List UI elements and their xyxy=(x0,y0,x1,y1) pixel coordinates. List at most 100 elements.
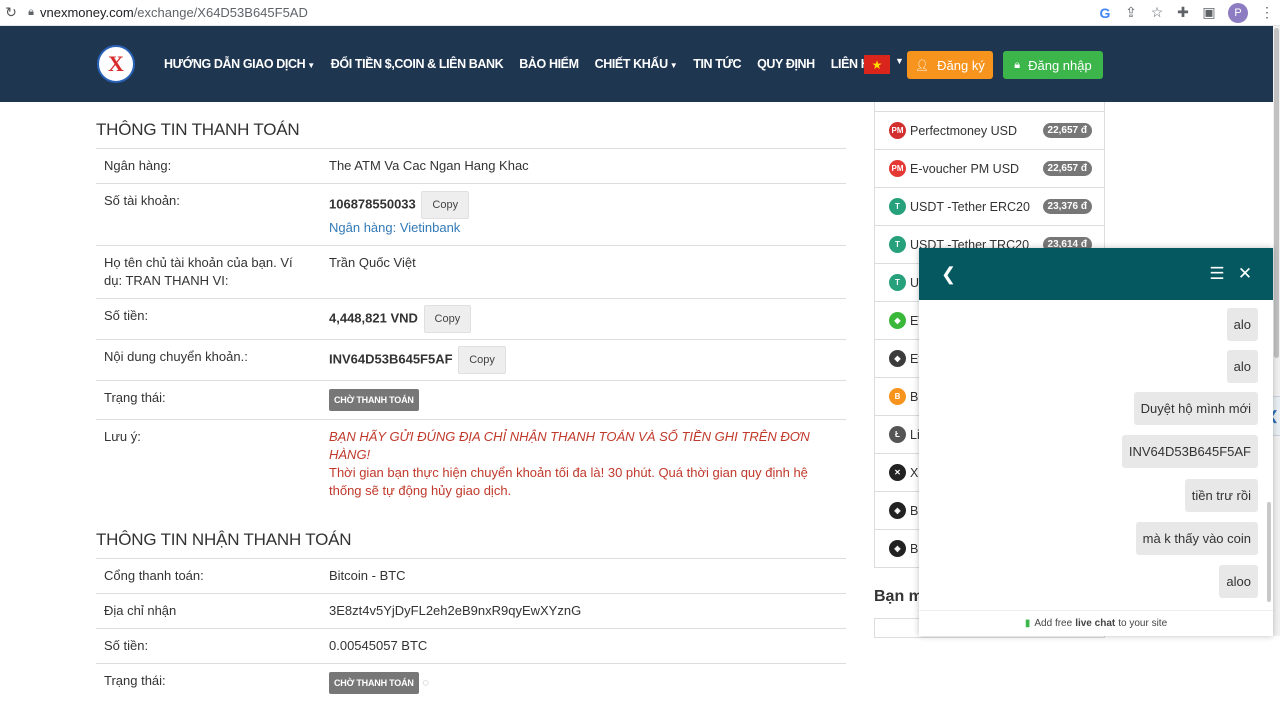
table-row: Nội dung chuyển khoản.: INV64D53B645F5AF… xyxy=(96,340,846,381)
extensions-icon[interactable]: ✚ xyxy=(1170,4,1196,21)
chat-close-icon[interactable]: ✕ xyxy=(1231,264,1259,284)
rate-row[interactable]: T USDT -Tether ERC20 23,376 đ xyxy=(874,188,1105,226)
page-scrollbar[interactable] xyxy=(1273,26,1280,636)
payment-info-table: Ngân hàng: The ATM Va Cac Ngan Hang Khac… xyxy=(96,148,846,508)
nav-item-2[interactable]: BẢO HIỂM xyxy=(519,57,578,71)
bank-heading: Bạn m xyxy=(874,588,923,606)
nav-item-5[interactable]: QUY ĐỊNH xyxy=(757,57,815,71)
rate-row[interactable]: PM E-voucher PM USD 22,657 đ xyxy=(874,150,1105,188)
rate-badge: 22,657 đ xyxy=(1043,161,1092,176)
copy-amount-button[interactable]: Copy xyxy=(424,305,472,333)
content-label: Nội dung chuyển khoản.: xyxy=(96,340,321,381)
account-label: Số tài khoản: xyxy=(96,184,321,246)
table-row: Số tài khoản: 106878550033 Copy Ngân hàn… xyxy=(96,184,846,246)
note-label: Lưu ý: xyxy=(96,420,321,509)
profile-avatar[interactable]: P xyxy=(1228,3,1248,23)
gateway-value: Bitcoin - BTC xyxy=(321,559,846,594)
content-value: INV64D53B645F5AF xyxy=(329,351,453,366)
account-bank-link[interactable]: Ngân hàng: Vietinbank xyxy=(329,220,460,235)
kebab-menu-icon[interactable]: ⋮ xyxy=(1254,4,1280,21)
rate-name: Perfectmoney USD xyxy=(910,124,1017,138)
account-number: 106878550033 xyxy=(329,196,416,211)
chat-message: aloo xyxy=(1219,565,1258,598)
holder-value: Trần Quốc Việt xyxy=(321,246,846,299)
rate-name: USDT -Tether ERC20 xyxy=(910,200,1030,214)
chat-messages[interactable]: aloaloDuyệt hộ mình mớiINV64D53B645F5AFt… xyxy=(919,300,1273,610)
rate-name: E-voucher PM USD xyxy=(910,162,1019,176)
tether-icon: T xyxy=(889,236,906,253)
lock-icon[interactable]: 🔒︎ xyxy=(22,6,40,19)
url-host: vnexmoney.com xyxy=(40,5,134,20)
sidepanel-icon[interactable]: ▣ xyxy=(1196,4,1222,21)
chat-back-icon[interactable]: ❮ xyxy=(919,264,979,285)
chat-footer[interactable]: ▮ Add free live chat to your site xyxy=(919,610,1273,636)
login-button[interactable]: 🔒︎Đăng nhập xyxy=(1003,51,1103,79)
loading-spinner-icon: ◌ xyxy=(422,677,429,689)
pm-icon: PM xyxy=(889,122,906,139)
nav-item-label: TIN TỨC xyxy=(693,57,741,71)
address-value[interactable]: 3E8zt4v5YjDyFL2eh2eB9nxR9qyEwXYznG xyxy=(321,594,846,629)
nav-item-label: BẢO HIỂM xyxy=(519,57,578,71)
xrp-icon: ✕ xyxy=(889,464,906,481)
main-content: THÔNG TIN THANH TOÁN Ngân hàng: The ATM … xyxy=(96,102,848,702)
tether-icon: T xyxy=(889,198,906,215)
caret-down-icon: ▼ xyxy=(670,61,678,70)
nav-item-label: ĐỔI TIỀN $,COIN & LIÊN BANK xyxy=(331,57,504,71)
site-logo[interactable]: X xyxy=(97,45,135,83)
receive-status-badge: CHỜ THANH TOÁN xyxy=(329,672,419,694)
rate-badge: 22,657 đ xyxy=(1043,123,1092,138)
url-path: /exchange/X64D53B645F5AD xyxy=(134,5,308,20)
bitcoin-cash-icon: B xyxy=(889,388,906,405)
site-header: X HƯỚNG DẪN GIAO DỊCH▼ ĐỔI TIỀN $,COIN & … xyxy=(0,26,1280,102)
login-label: Đăng nhập xyxy=(1028,58,1092,73)
receive-info-title: THÔNG TIN NHẬN THANH TOÁN xyxy=(96,508,848,558)
chat-message: alo xyxy=(1227,308,1258,341)
amount-label: Số tiền: xyxy=(96,299,321,340)
table-row: Trạng thái: CHỜ THANH TOÁN xyxy=(96,381,846,420)
nav-item-0[interactable]: HƯỚNG DẪN GIAO DỊCH▼ xyxy=(164,57,315,71)
table-row: Số tiền: 4,448,821 VND Copy xyxy=(96,299,846,340)
bnb-icon: ◈ xyxy=(889,502,906,519)
vietnam-flag-icon[interactable]: ★ xyxy=(864,55,890,74)
page-scrollbar-thumb[interactable] xyxy=(1274,28,1279,358)
live-chat-widget: ❮ ☰ ✕ aloaloDuyệt hộ mình mớiINV64D53B64… xyxy=(919,248,1273,636)
address-bar[interactable]: vnexmoney.com/exchange/X64D53B645F5AD xyxy=(40,5,1092,20)
litecoin-icon: Ł xyxy=(889,426,906,443)
nav-item-label: CHIẾT KHẤU xyxy=(595,57,668,71)
star-icon[interactable]: ☆ xyxy=(1144,4,1170,21)
ethereum-classic-icon: ◆ xyxy=(889,312,906,329)
google-icon[interactable]: G xyxy=(1092,5,1118,21)
nav-item-3[interactable]: CHIẾT KHẤU▼ xyxy=(595,57,678,71)
chat-footer-bold: live chat xyxy=(1075,618,1115,629)
user-icon: 👤︎ xyxy=(915,59,929,72)
chat-scrollbar[interactable] xyxy=(1267,502,1271,602)
receive-amount-label: Số tiền: xyxy=(96,629,321,664)
nav-item-4[interactable]: TIN TỨC xyxy=(693,57,741,71)
copy-account-button[interactable]: Copy xyxy=(421,191,469,219)
nav-item-1[interactable]: ĐỔI TIỀN $,COIN & LIÊN BANK xyxy=(331,57,504,71)
chat-footer-pre: Add free xyxy=(1034,618,1072,629)
chat-message: Duyệt hộ mình mới xyxy=(1134,392,1258,425)
table-row: Số tiền: 0.00545057 BTC xyxy=(96,629,846,664)
chat-message: mà k thấy vào coin xyxy=(1136,522,1258,555)
caret-down-icon: ▼ xyxy=(307,61,315,70)
chevron-down-icon[interactable]: ▼ xyxy=(895,56,904,66)
reload-icon[interactable]: ↻ xyxy=(0,4,22,21)
nav-item-label: QUY ĐỊNH xyxy=(757,57,815,71)
share-icon[interactable]: ⇪ xyxy=(1118,4,1144,21)
pm-voucher-icon: PM xyxy=(889,160,906,177)
chat-message: INV64D53B645F5AF xyxy=(1122,435,1258,468)
rate-badge: 23,376 đ xyxy=(1043,199,1092,214)
busd-icon: ◈ xyxy=(889,540,906,557)
tether-icon: T xyxy=(889,274,906,291)
chat-menu-icon[interactable]: ☰ xyxy=(1203,264,1231,284)
receive-status-label: Trạng thái: xyxy=(96,664,321,702)
status-label: Trạng thái: xyxy=(96,381,321,420)
copy-content-button[interactable]: Copy xyxy=(458,346,506,374)
register-button[interactable]: 👤︎Đăng ký xyxy=(907,51,993,79)
rate-row[interactable]: PM Perfectmoney USD 22,657 đ xyxy=(874,112,1105,150)
address-label: Địa chỉ nhận xyxy=(96,594,321,629)
logo-mark-icon: X xyxy=(108,51,124,77)
receive-info-table: Cổng thanh toán: Bitcoin - BTC Địa chỉ n… xyxy=(96,558,846,702)
table-row: Lưu ý: BẠN HÃY GỬI ĐÚNG ĐỊA CHỈ NHẬN THA… xyxy=(96,420,846,509)
